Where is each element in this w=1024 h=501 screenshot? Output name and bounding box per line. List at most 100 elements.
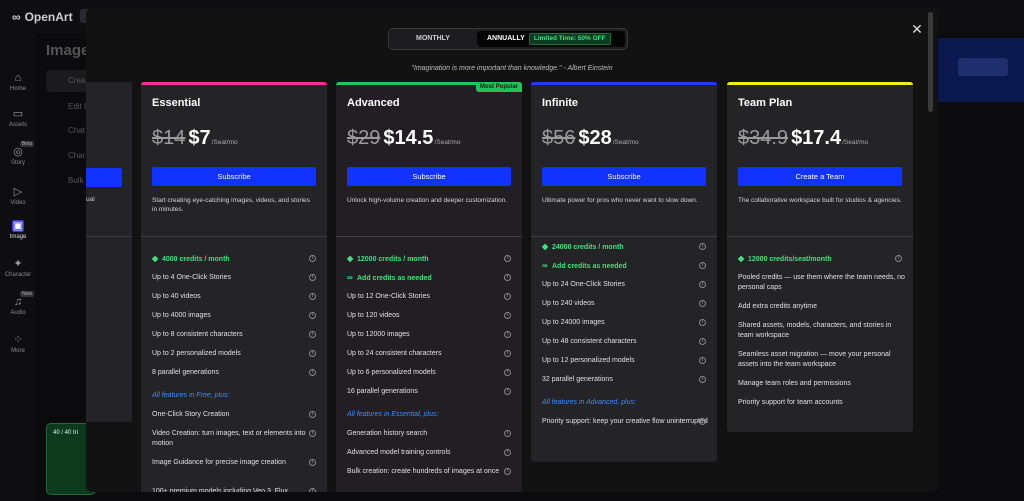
- feature-item: 16 parallel generations: [347, 387, 517, 397]
- divider: [86, 236, 132, 237]
- old-price: $14: [152, 127, 186, 149]
- sidebar-item-audio[interactable]: ♫ Audio New: [0, 291, 36, 316]
- subscribe-button[interactable]: Subscribe: [152, 167, 316, 186]
- info-icon[interactable]: i: [504, 350, 511, 357]
- sidebar-item-assets[interactable]: ▭ Assets: [0, 108, 36, 128]
- info-icon[interactable]: i: [309, 430, 316, 437]
- info-icon[interactable]: i: [699, 418, 706, 425]
- info-icon[interactable]: i: [504, 274, 511, 281]
- sidebar-item-image[interactable]: ▣ Image: [0, 220, 36, 240]
- info-icon[interactable]: i: [699, 319, 706, 326]
- scrollbar[interactable]: [928, 12, 933, 112]
- info-icon[interactable]: i: [504, 388, 511, 395]
- plan-description: Unlock high-volume creation and deeper c…: [347, 197, 508, 204]
- feature-item: Up to 4 One-Click Stories: [152, 273, 322, 283]
- plan-accent-bar: [141, 82, 327, 85]
- most-popular-badge: Most Popular: [475, 82, 522, 92]
- sidebar-item-label: Video: [10, 200, 26, 206]
- sidebar-item-label: Home: [9, 86, 26, 92]
- info-icon[interactable]: i: [699, 262, 706, 269]
- info-icon[interactable]: i: [309, 274, 316, 281]
- feature-item: 100+ premium models including Veo 3, Flu…: [152, 487, 322, 492]
- feature-text: Priority support for team accounts: [738, 399, 843, 406]
- info-icon[interactable]: i: [504, 369, 511, 376]
- sidebar-item-home[interactable]: ⌂ Home: [0, 72, 36, 92]
- info-icon[interactable]: i: [504, 430, 511, 437]
- sidebar-item-story[interactable]: ◎ Story Beta: [0, 141, 36, 166]
- info-icon[interactable]: i: [504, 468, 511, 475]
- info-icon[interactable]: i: [895, 255, 902, 262]
- gem-icon: ◆: [542, 242, 549, 251]
- audio-icon: ♫: [13, 296, 23, 308]
- feature-item: Priority support: keep your creative flo…: [542, 417, 712, 427]
- info-icon[interactable]: i: [309, 459, 316, 466]
- info-icon[interactable]: i: [699, 338, 706, 345]
- subscribe-button[interactable]: Subscribe: [542, 167, 706, 186]
- old-price: $56: [542, 127, 576, 149]
- feature-item: ∞ Add credits as needed: [347, 273, 517, 284]
- feature-text: All features in Free, plus:: [152, 392, 230, 399]
- info-icon[interactable]: i: [504, 331, 511, 338]
- info-icon[interactable]: i: [309, 255, 316, 262]
- info-icon[interactable]: i: [309, 350, 316, 357]
- character-icon: ✦: [13, 258, 23, 270]
- feature-item: Seamless asset migration — move your per…: [738, 350, 908, 370]
- feature-text: Up to 4000 images: [152, 312, 211, 319]
- free-plan-button[interactable]: [86, 168, 122, 187]
- promo-button[interactable]: [958, 58, 1008, 76]
- sidebar-item-more[interactable]: ⁘ More: [0, 334, 36, 354]
- price-unit: /Seat/mo: [434, 139, 461, 146]
- plan-description: Start creating eye-catching images, vide…: [152, 197, 310, 213]
- feature-item: Up to 48 consistent characters: [542, 337, 712, 347]
- logo-text: OpenArt: [24, 10, 73, 24]
- feature-text: Manage team roles and permissions: [738, 380, 851, 387]
- plan-name: Infinite: [542, 97, 579, 109]
- feature-text: Up to 24 One-Click Stories: [542, 281, 625, 288]
- info-icon[interactable]: i: [504, 449, 511, 456]
- feature-text: Shared assets, models, characters, and s…: [738, 322, 892, 339]
- divider: [141, 236, 327, 237]
- feature-text: 24000 credits / month: [552, 244, 624, 251]
- feature-text: All features in Essential, plus:: [347, 411, 439, 418]
- feature-item: Up to 24 consistent characters: [347, 349, 517, 359]
- feature-section-heading: All features in Free, plus:: [152, 391, 322, 401]
- feature-text: Generation history search: [347, 430, 428, 437]
- promo-panel: [938, 38, 1024, 102]
- feature-item: Up to 12 personalized models: [542, 356, 712, 366]
- info-icon[interactable]: i: [699, 243, 706, 250]
- plan-description: Ultimate power for pros who never want t…: [542, 197, 698, 204]
- info-icon[interactable]: i: [309, 331, 316, 338]
- video-icon: ▷: [13, 186, 23, 198]
- info-icon[interactable]: i: [699, 300, 706, 307]
- info-icon[interactable]: i: [699, 376, 706, 383]
- monthly-tab[interactable]: MONTHLY: [391, 31, 475, 47]
- feature-item: Pooled credits — use them where the team…: [738, 273, 908, 293]
- feature-item: Up to 240 videos: [542, 299, 712, 309]
- annual-tab[interactable]: ANNUALLY Limited Time: 50% OFF: [477, 31, 625, 47]
- feature-item: Image Guidance for precise image creatio…: [152, 458, 322, 468]
- current-price: $28: [578, 127, 612, 149]
- info-icon[interactable]: i: [504, 293, 511, 300]
- info-icon[interactable]: i: [504, 255, 511, 262]
- info-icon[interactable]: i: [309, 488, 316, 492]
- feature-item: ◆ 12000 credits/seat/month: [738, 254, 908, 265]
- sidebar-item-character[interactable]: ✦ Character: [0, 258, 36, 278]
- info-icon[interactable]: i: [699, 357, 706, 364]
- info-icon[interactable]: i: [309, 312, 316, 319]
- logo[interactable]: ∞ OpenArt: [12, 10, 73, 24]
- feature-item: Up to 40 videos: [152, 292, 322, 302]
- feature-item: Add extra credits anytime: [738, 302, 908, 312]
- feature-text: Up to 240 videos: [542, 300, 595, 307]
- info-icon[interactable]: i: [504, 312, 511, 319]
- info-icon[interactable]: i: [309, 369, 316, 376]
- info-icon[interactable]: i: [309, 411, 316, 418]
- home-icon: ⌂: [14, 72, 22, 84]
- close-icon[interactable]: ✕: [910, 22, 924, 36]
- subscribe-button[interactable]: Create a Team: [738, 167, 902, 186]
- feature-text: Up to 12000 images: [347, 331, 410, 338]
- info-icon[interactable]: i: [309, 293, 316, 300]
- info-icon[interactable]: i: [699, 281, 706, 288]
- sidebar-item-video[interactable]: ▷ Video: [0, 186, 36, 206]
- plan-name: Team Plan: [738, 97, 793, 109]
- subscribe-button[interactable]: Subscribe: [347, 167, 511, 186]
